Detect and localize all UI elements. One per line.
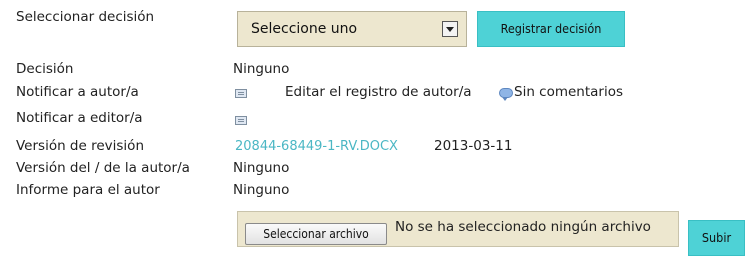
author-report-label: Informe para el autor: [16, 182, 160, 198]
upload-submit-button[interactable]: Subir: [688, 220, 745, 256]
review-file-date: 2013-03-11: [434, 138, 513, 154]
browse-file-button[interactable]: Seleccionar archivo: [245, 223, 387, 245]
notify-editor-label: Notificar a editor/a: [16, 110, 143, 126]
decision-select-label: Seleccionar decisión: [16, 9, 155, 25]
decision-label: Decisión: [16, 61, 74, 77]
notify-author-label: Notificar a autor/a: [16, 84, 139, 100]
file-upload-status: No se ha seleccionado ningún archivo: [395, 219, 651, 235]
chevron-down-icon[interactable]: [442, 21, 458, 37]
review-file-link[interactable]: 20844-68449-1-RV.DOCX: [235, 139, 398, 154]
comments-link[interactable]: Sin comentarios: [514, 84, 623, 100]
author-version-value: Ninguno: [233, 160, 290, 176]
mail-icon[interactable]: [235, 116, 247, 125]
author-version-label: Versión del / de la autor/a: [16, 160, 190, 176]
decision-value: Ninguno: [233, 61, 290, 77]
comment-bubble-icon[interactable]: [499, 88, 513, 101]
decision-select-value: Seleccione uno: [251, 21, 358, 37]
decision-select[interactable]: Seleccione uno: [237, 11, 467, 47]
edit-author-record-link[interactable]: Editar el registro de autor/a: [285, 84, 472, 100]
file-upload-field[interactable]: Seleccionar archivo No se ha seleccionad…: [237, 211, 679, 247]
mail-icon[interactable]: [235, 89, 247, 98]
review-version-label: Versión de revisión: [16, 138, 144, 154]
register-decision-button[interactable]: Registrar decisión: [477, 11, 625, 47]
author-report-value: Ninguno: [233, 182, 290, 198]
